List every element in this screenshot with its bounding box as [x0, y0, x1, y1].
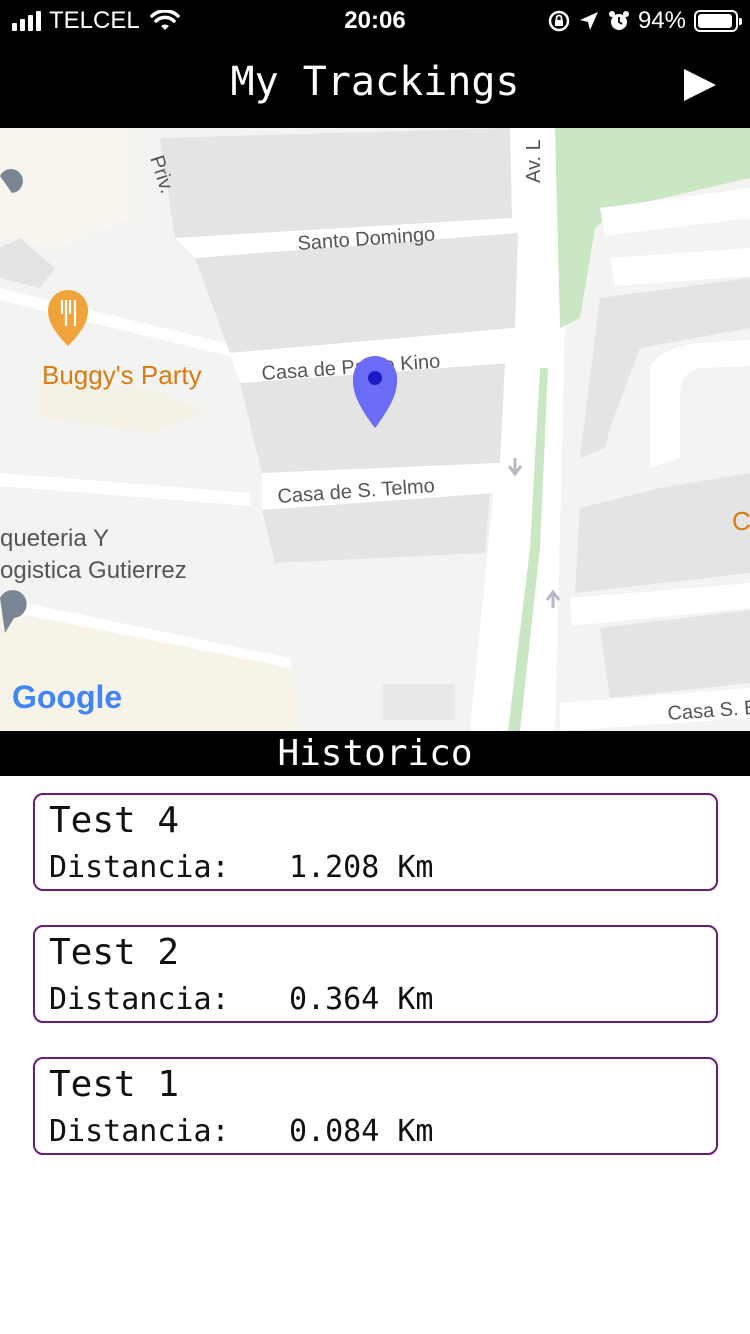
tracking-name: Test 4	[49, 800, 180, 841]
map-view[interactable]: Santo Domingo Casa de Padre Kino Casa de…	[0, 128, 750, 731]
battery-percent: 94%	[637, 7, 686, 34]
google-logo: Google	[12, 679, 122, 715]
distance-value: 1.208 Km	[289, 850, 434, 885]
status-right: 94%	[548, 6, 742, 36]
status-bar: TELCEL 20:06 94%	[0, 0, 750, 42]
tracking-name: Test 2	[49, 932, 180, 973]
tracking-item[interactable]: Test 2 Distancia: 0.364 Km	[33, 925, 718, 1023]
place-label: C	[732, 506, 750, 536]
distance-label: Distancia:	[49, 1114, 230, 1149]
page-title: My Trackings	[230, 59, 520, 105]
distance-value: 0.364 Km	[289, 982, 434, 1017]
map-canvas[interactable]: Santo Domingo Casa de Padre Kino Casa de…	[0, 128, 750, 731]
tracking-item[interactable]: Test 1 Distancia: 0.084 Km	[33, 1057, 718, 1155]
battery-fill	[698, 14, 732, 28]
history-header: Historico	[0, 731, 750, 776]
play-icon[interactable]	[680, 66, 720, 104]
orientation-lock-icon	[548, 10, 570, 32]
tracking-list: Test 4 Distancia: 1.208 Km Test 2 Distan…	[33, 793, 718, 1189]
location-arrow-icon	[579, 12, 598, 30]
distance-label: Distancia:	[49, 850, 230, 885]
tracking-item[interactable]: Test 4 Distancia: 1.208 Km	[33, 793, 718, 891]
street-label: Av. L	[523, 139, 545, 183]
distance-value: 0.084 Km	[289, 1114, 434, 1149]
place-label: queteria Y	[0, 525, 109, 552]
battery-icon	[694, 10, 742, 32]
header-bar: My Trackings	[0, 42, 750, 128]
distance-label: Distancia:	[49, 982, 230, 1017]
place-label: ogistica Gutierrez	[0, 557, 187, 584]
tracking-name: Test 1	[49, 1064, 180, 1105]
alarm-icon	[608, 11, 629, 30]
place-label: Buggy's Party	[42, 360, 202, 390]
